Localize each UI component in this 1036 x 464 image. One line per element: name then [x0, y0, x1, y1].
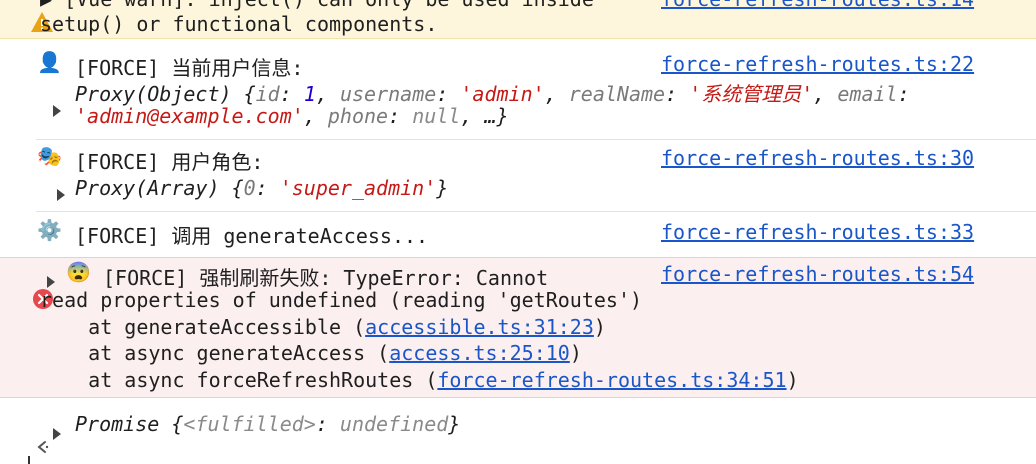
expand-promise-toggle[interactable] [53, 420, 61, 444]
error-message-line-2: read properties of undefined (reading 'g… [40, 288, 643, 312]
error-icon [8, 264, 54, 309]
divider [36, 139, 1036, 140]
user-object-line-1[interactable]: Proxy(Object) {id: 1, username: 'admin',… [75, 78, 910, 107]
warning-line-2: setup() or functional components. [40, 12, 438, 36]
warning-source-link[interactable]: force-refresh-routes.ts:14 [661, 0, 974, 11]
stack-frame: at async generateAccess (access.ts:25:10… [40, 341, 582, 365]
generate-access-source-link[interactable]: force-refresh-routes.ts:33 [661, 220, 974, 244]
stack-frame-link[interactable]: accessible.ts:31:23 [365, 315, 594, 339]
stack-frame: at generateAccessible (accessible.ts:31:… [40, 315, 606, 339]
warning-icon [6, 0, 54, 32]
console-prompt-caret[interactable] [28, 456, 36, 464]
roles-message: [FORCE] 用户角色: [75, 150, 264, 174]
fearful-face-icon: 😨 [66, 260, 91, 284]
divider [36, 211, 1036, 212]
user-icon: 👤 [37, 50, 62, 74]
gear-icon: ⚙️ [37, 218, 62, 242]
stack-frame: at async forceRefreshRoutes (force-refre… [40, 368, 799, 392]
user-info-source-link[interactable]: force-refresh-routes.ts:22 [661, 52, 974, 76]
roles-icon: 🎭 [37, 144, 62, 168]
warning-line-1[interactable]: ▶ [Vue warn]: inject() can only be used … [40, 0, 594, 11]
roles-object[interactable]: Proxy(Array) {0: 'super_admin'} [75, 176, 448, 200]
promise-result[interactable]: Promise {<fulfilled>: undefined} [75, 412, 460, 436]
user-info-message: [FORCE] 当前用户信息: [75, 56, 304, 80]
expand-roles-toggle[interactable] [57, 181, 65, 205]
generate-access-message: [FORCE] 调用 generateAccess... [75, 224, 429, 248]
return-value-icon [10, 412, 50, 460]
user-object-line-2[interactable]: 'admin@example.com', phone: null, …} [75, 104, 509, 128]
stack-frame-link[interactable]: access.ts:25:10 [389, 341, 570, 365]
expand-user-object-toggle[interactable] [53, 97, 61, 121]
roles-source-link[interactable]: force-refresh-routes.ts:30 [661, 146, 974, 170]
error-message: [FORCE] 强制刷新失败: TypeError: Cannot [103, 266, 549, 290]
error-source-link[interactable]: force-refresh-routes.ts:54 [661, 262, 974, 286]
stack-frame-link[interactable]: force-refresh-routes.ts:34:51 [437, 368, 786, 392]
